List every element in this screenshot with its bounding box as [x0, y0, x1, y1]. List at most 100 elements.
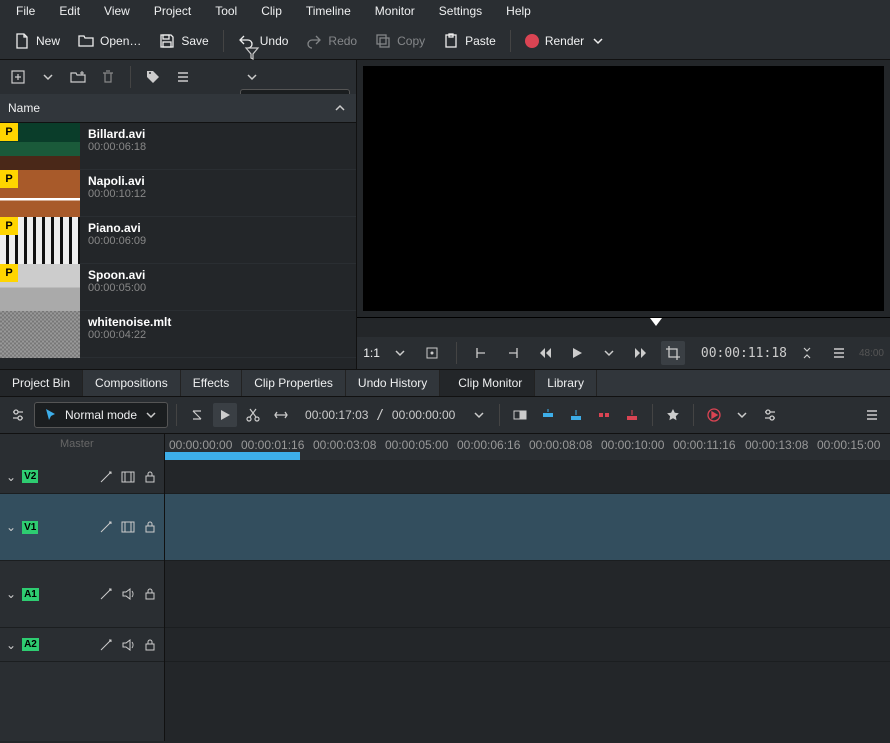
no-composition-button[interactable] [185, 403, 209, 427]
timeline-settings-button[interactable] [758, 403, 782, 427]
bin-clip[interactable]: P Spoon.avi 00:00:05:00 [0, 264, 356, 311]
menu-clip[interactable]: Clip [251, 1, 292, 21]
chevron-down-icon[interactable] [597, 341, 621, 365]
monitor-zoom[interactable]: 1:1 [363, 346, 380, 360]
track-body-v2[interactable] [165, 460, 890, 494]
film-icon[interactable] [120, 469, 136, 485]
chevron-down-icon[interactable]: ⌄ [6, 520, 16, 534]
effects-icon[interactable] [98, 519, 114, 535]
chevron-down-icon[interactable]: ⌄ [6, 587, 16, 601]
forward-button[interactable] [629, 341, 653, 365]
chevron-down-icon[interactable] [36, 65, 60, 89]
chevron-down-icon[interactable] [388, 341, 412, 365]
paste-button[interactable]: Paste [435, 29, 504, 53]
edit-mode-select[interactable]: Normal mode [34, 402, 168, 428]
chevron-down-icon[interactable] [730, 403, 754, 427]
speaker-icon[interactable] [120, 637, 136, 653]
menu-tool[interactable]: Tool [205, 1, 247, 21]
track-header-v1[interactable]: ⌄ V1 [0, 494, 164, 561]
lift-zone-button[interactable] [620, 403, 644, 427]
favorite-effects-button[interactable] [661, 403, 685, 427]
track-header-a1[interactable]: ⌄ A1 [0, 561, 164, 628]
timeline-position-tc[interactable]: 00:00:17:03 / 00:00:00:00 [297, 408, 463, 423]
monitor-timecode[interactable]: 00:00:11:18 [701, 346, 787, 361]
tab-clip-properties[interactable]: Clip Properties [242, 370, 346, 396]
chevron-down-icon[interactable]: ⌄ [6, 470, 16, 484]
timeline-menu-button[interactable] [860, 403, 884, 427]
chevron-down-icon[interactable] [240, 65, 264, 89]
track-header-a2[interactable]: ⌄ A2 [0, 628, 164, 662]
bin-clip[interactable]: whitenoise.mlt 00:00:04:22 [0, 311, 356, 358]
monitor-playhead-icon[interactable] [650, 318, 662, 326]
speaker-icon[interactable] [120, 586, 136, 602]
track-header-v2[interactable]: ⌄ V2 [0, 460, 164, 494]
extract-zone-button[interactable] [592, 403, 616, 427]
film-icon[interactable] [120, 519, 136, 535]
menu-help[interactable]: Help [496, 1, 541, 21]
menu-timeline[interactable]: Timeline [296, 1, 361, 21]
bin-column-header[interactable]: Name [0, 94, 356, 123]
insert-zone-button[interactable] [536, 403, 560, 427]
menu-view[interactable]: View [94, 1, 140, 21]
track-settings-button[interactable] [6, 403, 30, 427]
menu-project[interactable]: Project [144, 1, 201, 21]
filter-icon[interactable] [240, 41, 264, 65]
monitor-grid-button[interactable] [420, 341, 444, 365]
tab-clip-monitor[interactable]: Clip Monitor [446, 370, 535, 396]
monitor-video-area[interactable] [363, 66, 884, 311]
overwrite-zone-button[interactable] [564, 403, 588, 427]
add-folder-button[interactable] [66, 65, 90, 89]
render-button[interactable]: Render [517, 29, 614, 53]
lock-icon[interactable] [142, 637, 158, 653]
tab-undo-history[interactable]: Undo History [346, 370, 440, 396]
effects-icon[interactable] [98, 586, 114, 602]
preview-render-button[interactable] [702, 403, 726, 427]
bin-clip[interactable]: P Piano.avi 00:00:06:09 [0, 217, 356, 264]
save-button[interactable]: Save [151, 29, 216, 53]
add-clip-button[interactable] [6, 65, 30, 89]
track-body-v1[interactable] [165, 494, 890, 561]
timeline-ruler[interactable]: 00:00:00:0000:00:01:1600:00:03:0800:00:0… [165, 434, 890, 460]
open-button[interactable]: Open… [70, 29, 149, 53]
rewind-button[interactable] [533, 341, 557, 365]
master-track-label[interactable]: Master [0, 434, 164, 454]
tab-effects[interactable]: Effects [181, 370, 242, 396]
menu-edit[interactable]: Edit [49, 1, 90, 21]
monitor-ruler[interactable] [357, 317, 890, 337]
tab-library[interactable]: Library [535, 370, 597, 396]
razor-tool-button[interactable] [241, 403, 265, 427]
bin-clip[interactable]: P Billard.avi 00:00:06:18 [0, 123, 356, 170]
monitor-menu-button[interactable] [827, 341, 851, 365]
tab-compositions[interactable]: Compositions [83, 370, 181, 396]
lock-icon[interactable] [142, 519, 158, 535]
effects-icon[interactable] [98, 469, 114, 485]
effects-icon[interactable] [98, 637, 114, 653]
timecode-step-icon[interactable] [795, 341, 819, 365]
lock-icon[interactable] [142, 586, 158, 602]
lock-icon[interactable] [142, 469, 158, 485]
track-body-a1[interactable] [165, 561, 890, 628]
tag-button[interactable] [141, 65, 165, 89]
zone-end-button[interactable] [501, 341, 525, 365]
mix-button[interactable] [508, 403, 532, 427]
options-button[interactable] [171, 65, 195, 89]
crop-button[interactable] [661, 341, 685, 365]
menu-monitor[interactable]: Monitor [365, 1, 425, 21]
play-tool-button[interactable] [213, 403, 237, 427]
copy-button[interactable]: Copy [367, 29, 433, 53]
play-button[interactable] [565, 341, 589, 365]
zone-start-button[interactable] [469, 341, 493, 365]
menu-file[interactable]: File [6, 1, 45, 21]
delete-clip-button[interactable] [96, 65, 120, 89]
timeline-body[interactable]: 00:00:00:0000:00:01:1600:00:03:0800:00:0… [165, 434, 890, 741]
redo-button[interactable]: Redo [298, 29, 365, 53]
new-button[interactable]: New [6, 29, 68, 53]
chevron-down-icon[interactable] [467, 403, 491, 427]
timeline-zone[interactable] [165, 452, 300, 460]
spacer-tool-button[interactable] [269, 403, 293, 427]
chevron-down-icon[interactable]: ⌄ [6, 638, 16, 652]
tab-project-bin[interactable]: Project Bin [0, 370, 83, 396]
bin-clip[interactable]: P Napoli.avi 00:00:10:12 [0, 170, 356, 217]
menu-settings[interactable]: Settings [429, 1, 492, 21]
track-body-a2[interactable] [165, 628, 890, 662]
